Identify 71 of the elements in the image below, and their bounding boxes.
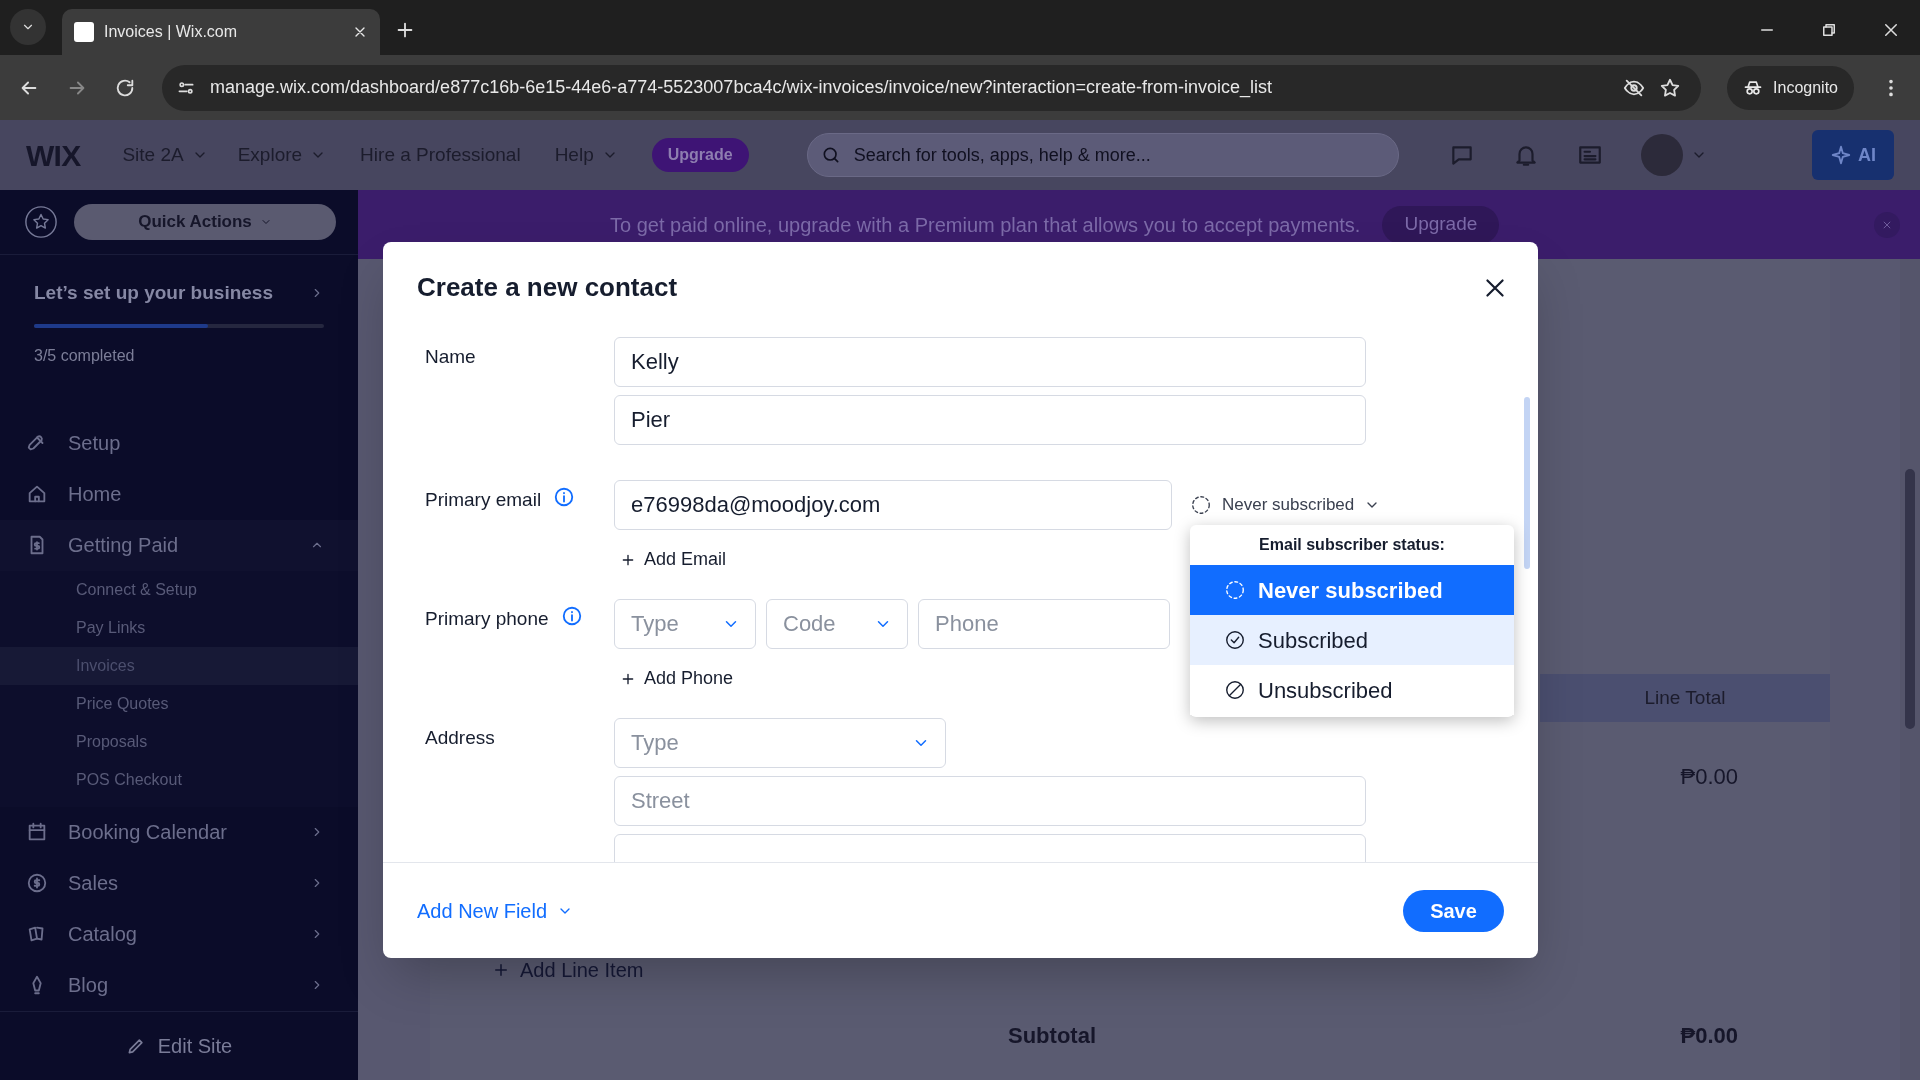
sidebar-subitem[interactable]: Pay Links: [0, 608, 358, 647]
favicon-icon: [74, 22, 94, 42]
info-icon[interactable]: [560, 605, 583, 627]
restore-icon[interactable]: [1820, 21, 1838, 39]
dropdown-field[interactable]: Code: [766, 599, 908, 649]
input-field[interactable]: Street: [614, 776, 1366, 826]
sidebar-item[interactable]: Home: [0, 468, 358, 520]
sparkle-icon: [1830, 144, 1852, 166]
url-text: manage.wix.com/dashboard/e877c16b-6e15-44e6-a774-5523007bca4c/wix-invoices/invoice/new?interaction=create-from-invoice_list: [210, 76, 1274, 100]
sidebar-subitem[interactable]: POS Checkout: [0, 760, 358, 799]
progress-text: 3/5 completed: [34, 345, 136, 366]
subtotal-amount: ₱0.00: [1680, 1022, 1738, 1050]
calendar-icon: [26, 821, 48, 843]
sidebar-item[interactable]: Blog: [0, 959, 358, 1011]
dropdown-option[interactable]: Never subscribed: [1190, 565, 1514, 615]
plus-icon: [492, 961, 510, 979]
add-line-item-button[interactable]: Add Line Item: [492, 955, 644, 985]
incognito-button[interactable]: Incognito: [1727, 65, 1854, 110]
dropdown-option[interactable]: Subscribed: [1190, 615, 1514, 665]
info-icon[interactable]: [553, 486, 576, 508]
dropdown-option[interactable]: Unsubscribed: [1190, 665, 1514, 715]
add-field-link[interactable]: Add New Field: [417, 895, 574, 926]
sidebar-subitem[interactable]: Connect & Setup: [0, 570, 358, 609]
sidebar-item[interactable]: Sales: [0, 857, 358, 909]
sidebar-item[interactable]: Catalog: [0, 908, 358, 960]
sidebar-item[interactable]: Getting Paid: [0, 519, 358, 571]
setup-link[interactable]: Let’s set up your business: [34, 279, 324, 308]
edit-site-button[interactable]: Edit Site: [125, 1030, 233, 1061]
upgrade-button[interactable]: Upgrade: [1382, 205, 1500, 244]
dashed-circle-icon: [1190, 494, 1212, 516]
sidebar-item[interactable]: Setup: [0, 417, 358, 469]
quick-actions-button[interactable]: Quick Actions: [74, 204, 336, 240]
sidebar-subitem[interactable]: Invoices: [0, 646, 358, 685]
save-button[interactable]: Save: [1403, 889, 1504, 932]
field-label: Primary email: [425, 488, 542, 512]
banner-text: To get paid online, upgrade with a Premium plan that allows you to accept payments.: [610, 212, 1361, 238]
dropdown-header: Email subscriber status:: [1258, 535, 1446, 555]
sidebar-subitem[interactable]: Price Quotes: [0, 684, 358, 723]
address-bar[interactable]: manage.wix.com/dashboard/e877c16b-6e15-44e6-a774-5523007bca4c/wix-invoices/invoice/new?interaction=create-from-invoice_list: [162, 64, 1702, 111]
field-label: Primary phone: [425, 607, 549, 631]
input-field[interactable]: Pier: [614, 395, 1366, 445]
scrollbar-thumb[interactable]: [1905, 469, 1915, 729]
dollar-icon: [26, 872, 48, 894]
dashed-circle-icon: [1224, 579, 1246, 601]
close-icon[interactable]: [1882, 21, 1900, 39]
input-field[interactable]: Phone: [918, 599, 1170, 649]
sidebar-item[interactable]: Booking Calendar: [0, 806, 358, 858]
scrollbar-thumb[interactable]: [1524, 397, 1530, 569]
dropdown-field[interactable]: Type: [614, 718, 946, 768]
dropdown-field[interactable]: Type: [614, 599, 756, 649]
search-field[interactable]: Search for tools, apps, help & more...: [806, 133, 1399, 177]
field-label: Name: [425, 345, 476, 369]
column-header: Line Total: [1540, 674, 1830, 722]
add-link[interactable]: Add Email: [620, 546, 727, 573]
field-label: Address: [425, 726, 495, 750]
ai-button[interactable]: AI: [1812, 130, 1894, 180]
subtotal-label: Subtotal: [1008, 1022, 1096, 1050]
input-field[interactable]: e76998da@moodjoy.com: [614, 480, 1172, 530]
add-link[interactable]: Add Phone: [620, 665, 734, 692]
close-icon: [1882, 219, 1892, 230]
subscription-status-dropdown[interactable]: Never subscribed: [1190, 492, 1381, 518]
check-circle-icon: [1224, 629, 1246, 651]
line-total-amount: ₱0.00: [1680, 763, 1738, 791]
blocked-circle-icon: [1224, 679, 1246, 701]
browser-tab[interactable]: Invoices | Wix.com: [62, 9, 380, 55]
upgrade-button[interactable]: Upgrade: [651, 138, 749, 172]
input-field[interactable]: Kelly: [614, 337, 1366, 387]
dialog-title: Create a new contact: [417, 271, 678, 304]
star-icon[interactable]: [1659, 76, 1682, 99]
home-icon: [26, 483, 48, 505]
sidebar-subitem[interactable]: Proposals: [0, 722, 358, 761]
